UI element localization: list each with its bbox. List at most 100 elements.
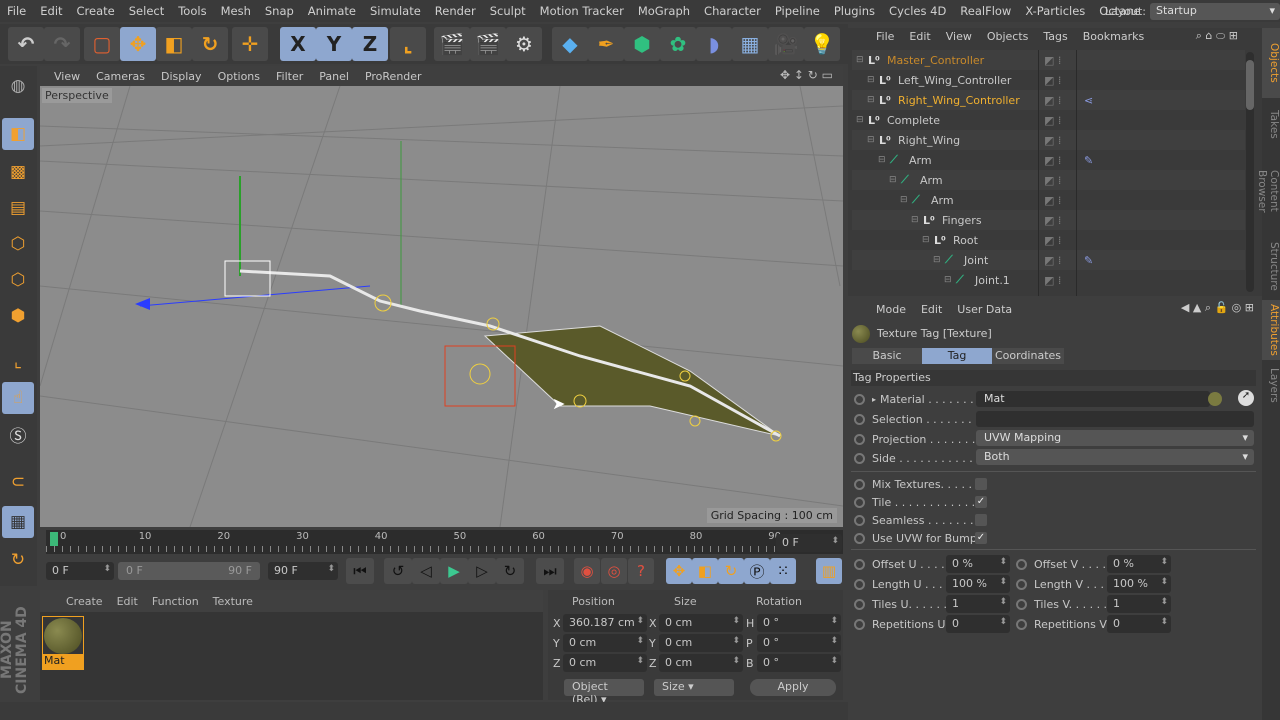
timeline-ruler[interactable]: 0 10 20 30 40 50 60 70 80 90 bbox=[46, 530, 843, 554]
go-to-start-icon[interactable]: ⏮ bbox=[346, 558, 374, 584]
layer-visibility-icon[interactable]: ◩ ⁞ bbox=[1044, 234, 1061, 247]
object-row[interactable]: ⊟ ⟋ Arm ◩ ⁞ bbox=[852, 190, 1245, 210]
light-icon[interactable]: 💡 bbox=[804, 27, 840, 61]
preview-range-slider[interactable]: 0 F 90 F bbox=[118, 562, 260, 580]
layer-visibility-icon[interactable]: ◩ ⁞ bbox=[1044, 114, 1061, 127]
x-axis-lock-button[interactable]: X bbox=[280, 27, 316, 61]
tab-content-browser[interactable]: Content Browser bbox=[1256, 150, 1280, 232]
pick-cursor-icon[interactable]: ➚ bbox=[1238, 390, 1254, 406]
om-menu-objects[interactable]: Objects bbox=[987, 30, 1029, 43]
coordinate-system-icon[interactable]: ⌞ bbox=[390, 27, 426, 61]
deformer-icon[interactable]: ◗ bbox=[696, 27, 732, 61]
polygons-mode-icon[interactable]: ⬢ bbox=[2, 300, 34, 332]
animate-radio[interactable] bbox=[1016, 558, 1027, 570]
menu-item-animate[interactable]: Animate bbox=[301, 4, 363, 18]
menu-item-tools[interactable]: Tools bbox=[171, 4, 213, 18]
menu-item-mograph[interactable]: MoGraph bbox=[631, 4, 697, 18]
animate-radio[interactable] bbox=[854, 433, 865, 445]
start-frame-field[interactable]: 0 F bbox=[46, 562, 114, 580]
attribute-menu-mode[interactable]: Mode bbox=[876, 303, 906, 316]
numeric-field[interactable]: 0 bbox=[1107, 615, 1171, 633]
size-y-field[interactable]: 0 cm bbox=[659, 634, 743, 652]
expand-toggle-icon[interactable]: ⊟ bbox=[933, 255, 945, 265]
floor-icon[interactable]: ▦ bbox=[732, 27, 768, 61]
playhead[interactable] bbox=[50, 532, 58, 546]
checkbox[interactable] bbox=[975, 514, 987, 526]
attribute-nav-icons[interactable]: ◀ ▲ ⌕ 🔓 ◎ ⊞ bbox=[1181, 301, 1254, 315]
material-link-field[interactable]: Mat bbox=[976, 391, 1210, 407]
menu-item-pipeline[interactable]: Pipeline bbox=[768, 4, 827, 18]
go-to-end-icon[interactable]: ⏭ bbox=[536, 558, 564, 584]
expand-toggle-icon[interactable]: ⊟ bbox=[856, 115, 868, 125]
menu-item-plugins[interactable]: Plugins bbox=[827, 4, 882, 18]
animate-radio[interactable] bbox=[1016, 578, 1027, 590]
menu-item-x-particles[interactable]: X-Particles bbox=[1018, 4, 1092, 18]
end-frame-field[interactable]: 90 F bbox=[268, 562, 338, 580]
edges-mode-icon[interactable]: ⬡ bbox=[2, 264, 34, 296]
tab-basic[interactable]: Basic bbox=[852, 348, 922, 364]
move-tool-icon[interactable]: ✥ bbox=[120, 27, 156, 61]
rotate-tool-icon[interactable]: ↻ bbox=[192, 27, 228, 61]
globe-icon[interactable]: ◍ bbox=[2, 70, 34, 102]
pen-icon[interactable]: ✒ bbox=[588, 27, 624, 61]
menu-item-create[interactable]: Create bbox=[70, 4, 122, 18]
om-toolbar-icons[interactable]: ⌕ ⌂ ⬭ ⊞ bbox=[1196, 29, 1238, 43]
viewport-menu-cameras[interactable]: Cameras bbox=[96, 70, 145, 83]
object-manager-scrollbar[interactable] bbox=[1246, 52, 1254, 292]
om-menu-bookmarks[interactable]: Bookmarks bbox=[1083, 30, 1144, 43]
tab-layers[interactable]: Layers bbox=[1262, 364, 1280, 404]
array-icon[interactable]: ✿ bbox=[660, 27, 696, 61]
numeric-field[interactable]: 1 bbox=[1107, 595, 1171, 613]
checkbox[interactable] bbox=[975, 478, 987, 490]
object-row[interactable]: ⊟ ⟋ Joint ◩ ⁞ ✎ bbox=[852, 250, 1245, 270]
key-rotation-icon[interactable]: ↻ bbox=[718, 558, 744, 584]
tab-attributes[interactable]: Attributes bbox=[1262, 300, 1280, 360]
animate-radio[interactable] bbox=[854, 452, 865, 464]
scrollbar-thumb[interactable] bbox=[1246, 60, 1254, 110]
material-menu-function[interactable]: Function bbox=[152, 595, 199, 608]
rotation-p-field[interactable]: 0 ° bbox=[757, 634, 841, 652]
layer-visibility-icon[interactable]: ◩ ⁞ bbox=[1044, 94, 1061, 107]
undo-icon[interactable]: ↶ bbox=[8, 27, 44, 61]
tab-takes[interactable]: Takes bbox=[1262, 102, 1280, 146]
cube-icon[interactable]: ◆ bbox=[552, 27, 588, 61]
menu-item-select[interactable]: Select bbox=[122, 4, 171, 18]
menu-item-mesh[interactable]: Mesh bbox=[214, 4, 258, 18]
checkbox[interactable]: ✓ bbox=[975, 496, 987, 508]
expand-toggle-icon[interactable]: ⊟ bbox=[867, 135, 879, 145]
position-z-field[interactable]: 0 cm bbox=[563, 654, 647, 672]
numeric-field[interactable]: 100 % bbox=[1107, 575, 1171, 593]
menu-item-cycles-4d[interactable]: Cycles 4D bbox=[882, 4, 953, 18]
viewport[interactable]: Perspective Grid Spacing : 100 cm ➤ bbox=[40, 86, 843, 527]
animate-radio[interactable] bbox=[854, 618, 865, 630]
expand-toggle-icon[interactable]: ⊟ bbox=[856, 55, 868, 65]
menu-item-snap[interactable]: Snap bbox=[258, 4, 301, 18]
animate-radio[interactable] bbox=[854, 413, 865, 425]
workplane-icon[interactable]: ▤ bbox=[2, 192, 34, 224]
tab-objects[interactable]: Objects bbox=[1262, 28, 1280, 98]
menu-item-realflow[interactable]: RealFlow bbox=[953, 4, 1018, 18]
current-frame-field[interactable]: 0 F bbox=[776, 534, 842, 552]
viewport-menu-options[interactable]: Options bbox=[218, 70, 260, 83]
layout-dropdown[interactable]: Startup ▾ bbox=[1150, 2, 1280, 20]
play-icon[interactable]: ▶ bbox=[440, 558, 468, 584]
render-settings-icon[interactable]: ⚙ bbox=[506, 27, 542, 61]
coordinate-mode-dropdown[interactable]: Object (Rel) ▾ bbox=[564, 679, 644, 706]
viewport-menu-display[interactable]: Display bbox=[161, 70, 202, 83]
points-mode-icon[interactable]: ⬡ bbox=[2, 228, 34, 260]
size-x-field[interactable]: 0 cm bbox=[659, 614, 743, 632]
attribute-menu-user-data[interactable]: User Data bbox=[957, 303, 1012, 316]
key-parameter-icon[interactable]: Ⓟ bbox=[744, 558, 770, 584]
rotation-h-field[interactable]: 0 ° bbox=[757, 614, 841, 632]
object-row[interactable]: ⊟ ⟋ Arm ◩ ⁞ ✎ bbox=[852, 150, 1245, 170]
viewport-nav-icons[interactable]: ✥ ↕ ↻ ▭ bbox=[780, 68, 833, 82]
animate-radio[interactable] bbox=[1016, 618, 1027, 630]
material-menu-texture[interactable]: Texture bbox=[213, 595, 253, 608]
object-row[interactable]: ⊟ L⁰ Fingers ◩ ⁞ bbox=[852, 210, 1245, 230]
hierarchy-tag-icon[interactable]: ⋖ bbox=[1084, 94, 1093, 107]
projection-dropdown[interactable]: UVW Mapping ▾ bbox=[976, 430, 1254, 446]
timeline-window-icon[interactable]: ▥ bbox=[816, 558, 842, 584]
material-swatch[interactable]: Mat bbox=[42, 616, 84, 670]
object-row[interactable]: ⊟ L⁰ Complete ◩ ⁞ bbox=[852, 110, 1245, 130]
animate-radio[interactable] bbox=[854, 478, 865, 490]
